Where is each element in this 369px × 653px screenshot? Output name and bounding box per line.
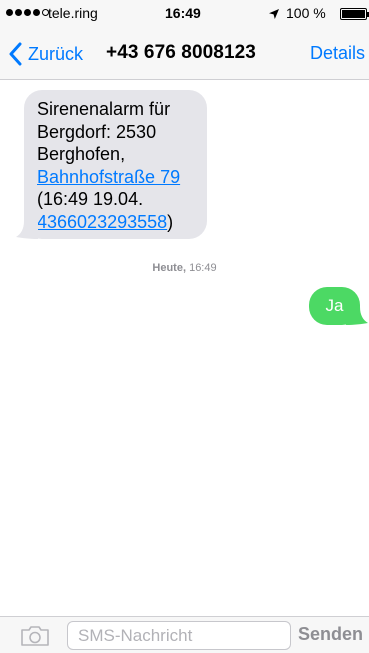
location-arrow-icon	[269, 9, 279, 19]
battery-percentage: 100 %	[286, 5, 326, 21]
address-link[interactable]: Bahnhofstraße 79	[37, 167, 180, 187]
status-bar: tele.ring 16:49 100 %	[0, 0, 369, 28]
timestamp-time: 16:49	[186, 262, 217, 274]
contact-title: +43 676 8008123	[106, 42, 256, 63]
message-text-line: Berghofen,	[37, 144, 126, 164]
send-button[interactable]: Senden	[298, 624, 363, 645]
incoming-message-bubble[interactable]: Sirenenalarm für Bergdorf: 2530 Berghofe…	[16, 90, 207, 239]
outgoing-message-bubble[interactable]: Ja	[309, 287, 368, 325]
status-time: 16:49	[165, 5, 201, 21]
battery-icon	[340, 8, 367, 20]
details-button[interactable]: Details	[310, 43, 365, 64]
message-text-line: (16:49 19.04.	[37, 189, 144, 209]
phone-number-link[interactable]: 4366023293558	[37, 212, 167, 232]
message-input-bar: Senden	[0, 616, 369, 653]
closing-paren: )	[167, 211, 174, 232]
back-button[interactable]: Zurück	[8, 40, 83, 68]
carrier-name: tele.ring	[48, 5, 98, 21]
message-text-line: Bergdorf: 2530	[37, 121, 157, 142]
navigation-bar: Zurück +43 676 8008123 Details	[0, 28, 369, 80]
chevron-left-icon	[9, 42, 22, 66]
bubble-tail	[346, 307, 368, 325]
message-timestamp: Heute, 16:49	[0, 262, 369, 274]
message-text-line: Sirenenalarm für	[37, 99, 171, 119]
timestamp-day: Heute,	[152, 262, 187, 274]
sms-message-input[interactable]	[67, 621, 291, 650]
back-label: Zurück	[28, 43, 84, 64]
camera-icon[interactable]	[20, 625, 50, 647]
signal-strength-icon	[6, 9, 49, 16]
bubble-tail	[16, 221, 38, 239]
outgoing-message-text: Ja	[325, 296, 344, 315]
